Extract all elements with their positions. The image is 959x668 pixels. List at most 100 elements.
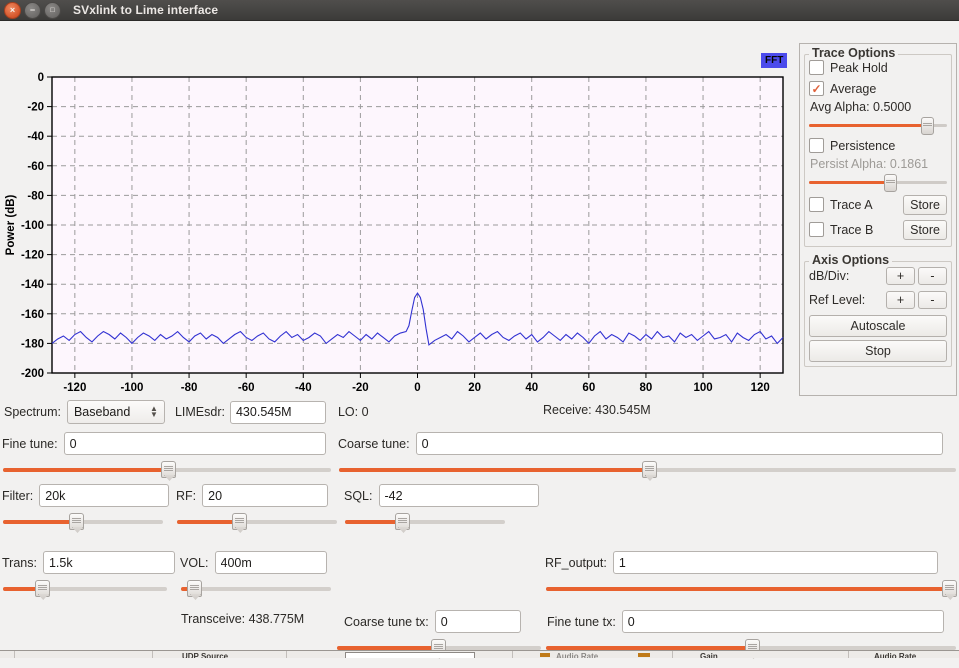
spectrum-label: Spectrum:	[4, 405, 61, 419]
peak-hold-checkbox[interactable]	[809, 60, 824, 75]
filter-slider[interactable]	[3, 512, 163, 532]
ref-level-plus-button[interactable]: +	[886, 291, 915, 309]
axis-options-group: Axis Options dB/Div: + - Ref Level: + - …	[804, 253, 952, 367]
persistence-row[interactable]: Persistence	[809, 135, 947, 156]
fine-tune-tx-label: Fine tune tx:	[547, 614, 616, 629]
top-area: 0 -20 -40 -60 -80 -100 -120 -140 -160 -180 -200 -12…	[0, 21, 959, 396]
coarse-tune-tx-label: Coarse tune tx:	[344, 614, 429, 629]
vol-track	[181, 587, 331, 591]
spectrum-plot[interactable]: 0 -20 -40 -60 -80 -100 -120 -140 -160 -180 -200 -12…	[0, 21, 795, 396]
coarse-tune-slider[interactable]	[339, 460, 956, 480]
filter-fill	[3, 520, 75, 524]
avg-alpha-label: Avg Alpha: 0.5000	[810, 100, 912, 114]
avg-alpha-knob[interactable]	[921, 117, 935, 135]
limesdr-label: LIMEsdr:	[174, 405, 225, 419]
lo-label: LO: 0	[337, 405, 369, 419]
receive-label: Receive: 430.545M	[543, 403, 651, 417]
sql-input[interactable]	[378, 484, 539, 507]
sql-knob[interactable]	[395, 513, 410, 530]
rf-output-slider[interactable]	[546, 579, 957, 599]
trace-a-store-button[interactable]: Store	[903, 194, 947, 215]
persist-alpha-knob[interactable]	[884, 174, 898, 192]
vol-input[interactable]	[214, 551, 327, 574]
options-panel: Trace Options Peak Hold ✓ Average Avg Al…	[799, 43, 957, 396]
svg-text:-160: -160	[21, 309, 44, 321]
trans-input[interactable]	[42, 551, 175, 574]
trace-a-checkbox[interactable]	[809, 197, 824, 212]
rf-knob[interactable]	[231, 513, 247, 530]
bg-item-3: Gain	[700, 652, 718, 658]
stop-button[interactable]: Stop	[809, 340, 947, 362]
avg-alpha-slider[interactable]	[809, 117, 947, 135]
rf-slider[interactable]	[177, 512, 337, 532]
rf-output-input[interactable]	[612, 551, 938, 574]
rf-fill	[177, 520, 238, 524]
db-div-minus-button[interactable]: -	[918, 267, 947, 285]
sql-fill	[345, 520, 401, 524]
coarse-tune-tx-input[interactable]	[434, 610, 521, 633]
close-button[interactable]: ×	[4, 1, 21, 19]
trace-b-checkbox[interactable]	[809, 222, 824, 237]
db-div-row: dB/Div: + -	[809, 264, 947, 288]
trace-b-row[interactable]: Trace B Store	[809, 217, 947, 242]
vol-label: VOL:	[180, 555, 209, 570]
bg-item-1: UDP Source	[182, 652, 229, 658]
average-row[interactable]: ✓ Average	[809, 78, 947, 99]
filter-row: Filter:	[2, 484, 170, 507]
fine-tune-input[interactable]	[63, 432, 326, 455]
fine-tune-knob[interactable]	[161, 461, 176, 478]
persistence-checkbox[interactable]	[809, 138, 824, 153]
check-icon: ✓	[811, 81, 822, 96]
svg-text:0: 0	[414, 382, 420, 394]
db-div-plus-button[interactable]: +	[886, 267, 915, 285]
vol-knob[interactable]	[187, 580, 202, 597]
window-title: SVxlink to Lime interface	[73, 3, 219, 17]
trans-slider[interactable]	[3, 579, 167, 599]
coarse-tune-label: Coarse tune:	[338, 436, 410, 451]
svg-text:-200: -200	[21, 368, 44, 380]
spectrum-row: Spectrum: Baseband ▲▼ LIMEsdr: LO: 0	[4, 400, 369, 424]
rf-output-fill	[546, 587, 948, 591]
limesdr-input[interactable]	[229, 400, 326, 424]
trace-b-store-button[interactable]: Store	[903, 219, 947, 240]
trans-label: Trans:	[2, 555, 37, 570]
filter-input[interactable]	[39, 484, 170, 507]
maximize-button[interactable]: □	[44, 1, 61, 19]
svg-text:-40: -40	[27, 131, 44, 143]
axis-options-title: Axis Options	[809, 253, 893, 267]
coarse-tune-tx-row: Coarse tune tx:	[344, 610, 521, 633]
svg-text:20: 20	[468, 382, 481, 394]
trace-options-group: Trace Options Peak Hold ✓ Average Avg Al…	[804, 46, 952, 247]
background-window-strip[interactable]: UDP Source Audio Rate Gain Audio Rate	[0, 650, 959, 658]
fft-legend-badge[interactable]: FFT	[761, 53, 788, 68]
trace-b-label: Trace B	[830, 222, 874, 237]
vol-slider[interactable]	[181, 579, 331, 599]
controls-area: Spectrum: Baseband ▲▼ LIMEsdr: LO: 0 Rec…	[0, 396, 959, 658]
svg-text:-100: -100	[21, 220, 44, 232]
rf-output-row: RF_output:	[545, 551, 938, 574]
ref-level-minus-button[interactable]: -	[918, 291, 947, 309]
trans-knob[interactable]	[34, 580, 50, 597]
coarse-tune-input[interactable]	[415, 432, 943, 455]
sql-slider[interactable]	[345, 512, 505, 532]
coarse-tune-knob[interactable]	[641, 461, 657, 478]
sql-label: SQL:	[344, 488, 373, 503]
svg-text:120: 120	[751, 382, 770, 394]
svg-text:-20: -20	[352, 382, 369, 394]
spectrum-select[interactable]: Baseband ▲ ▼	[66, 400, 165, 424]
fine-tune-slider[interactable]	[3, 460, 331, 480]
svg-text:60: 60	[582, 382, 595, 394]
db-div-label: dB/Div:	[809, 269, 850, 283]
persist-alpha-slider[interactable]	[809, 174, 947, 192]
svg-text:-60: -60	[238, 382, 255, 394]
filter-knob[interactable]	[69, 513, 84, 530]
fine-tune-tx-input[interactable]	[621, 610, 944, 633]
rf-input[interactable]	[202, 484, 329, 507]
average-checkbox[interactable]: ✓	[809, 81, 824, 96]
svg-text:-40: -40	[295, 382, 312, 394]
peak-hold-row[interactable]: Peak Hold	[809, 57, 947, 78]
trace-a-row[interactable]: Trace A Store	[809, 192, 947, 217]
autoscale-button[interactable]: Autoscale	[809, 315, 947, 337]
rf-output-knob[interactable]	[941, 580, 957, 597]
minimize-button[interactable]: −	[24, 1, 41, 19]
